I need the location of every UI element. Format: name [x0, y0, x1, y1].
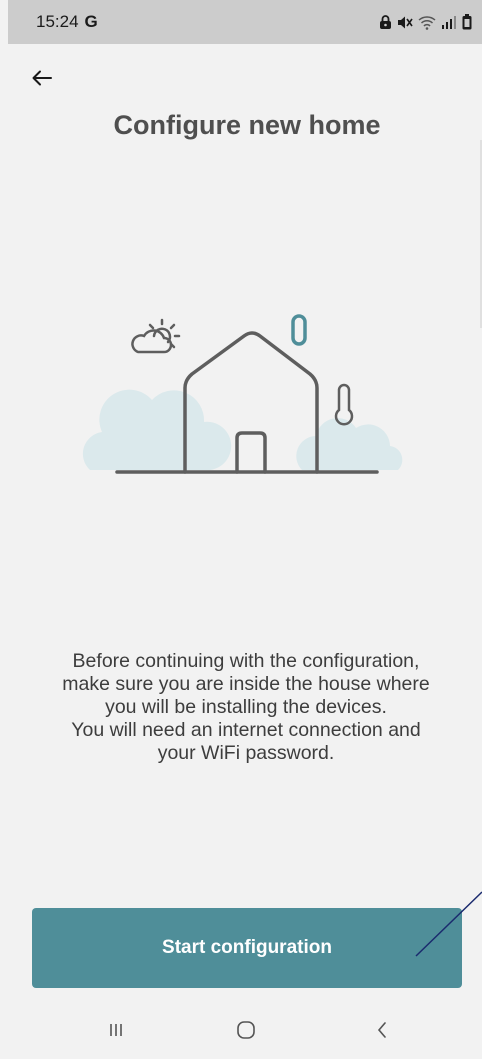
- battery-icon: [462, 14, 472, 30]
- description-line: your WiFi password.: [157, 742, 335, 764]
- description-line: you will be installing the devices.: [105, 696, 387, 718]
- back-button[interactable]: [26, 64, 58, 96]
- signal-icon: [441, 15, 457, 30]
- page-title: Configure new home: [113, 110, 381, 140]
- status-bar: 15:24 G: [8, 0, 482, 44]
- status-left: 15:24 G: [36, 12, 98, 32]
- google-icon: G: [84, 12, 98, 31]
- cloud-icon: [82, 389, 403, 470]
- navigation-bar: [0, 1005, 482, 1059]
- description-line: Before continuing with the configuration…: [72, 650, 420, 672]
- start-configuration-button[interactable]: Start configuration: [32, 908, 462, 988]
- recents-icon: [108, 1022, 124, 1043]
- home-button[interactable]: [226, 1017, 266, 1047]
- recents-button[interactable]: [96, 1017, 136, 1047]
- description-line: You will need an internet connection and: [71, 719, 421, 741]
- mute-icon: [397, 15, 413, 30]
- description-text: Before continuing with the configuration…: [20, 650, 472, 765]
- lock-icon: [379, 14, 392, 30]
- weather-icon: [131, 318, 181, 354]
- home-icon: [236, 1020, 256, 1045]
- wifi-icon: [418, 15, 436, 30]
- status-icons: [379, 14, 472, 30]
- back-chevron-icon: [376, 1021, 388, 1044]
- sensor-icon: [291, 314, 307, 346]
- status-time: 15:24: [36, 12, 79, 31]
- home-illustration: [80, 300, 410, 490]
- arrow-left-icon: [32, 70, 52, 91]
- description-line: make sure you are inside the house where: [62, 673, 430, 695]
- nav-back-button[interactable]: [362, 1017, 402, 1047]
